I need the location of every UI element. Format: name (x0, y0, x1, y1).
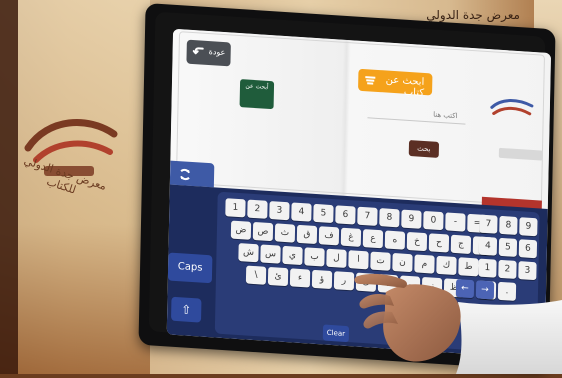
key[interactable]: 0 (423, 210, 444, 231)
result-thumbnail-label: أبحث عن (245, 82, 269, 91)
key[interactable]: ض (230, 220, 252, 240)
key[interactable]: غ (340, 227, 362, 247)
key[interactable]: خ (406, 231, 428, 252)
key[interactable]: ص (252, 221, 274, 242)
key[interactable]: 8 (379, 208, 400, 228)
user-hand (332, 262, 562, 374)
key[interactable]: 9 (401, 209, 422, 229)
key[interactable]: ب (304, 247, 325, 267)
key[interactable]: 4 (291, 202, 312, 222)
key[interactable]: ي (282, 245, 303, 266)
sync-icon (178, 166, 192, 181)
key[interactable]: ث (274, 223, 296, 243)
key[interactable]: ج (450, 234, 472, 255)
key[interactable]: ع (362, 229, 384, 249)
key[interactable]: 3 (269, 201, 290, 221)
search-book-tab-label: ابحث عن كتاب (385, 74, 425, 99)
key[interactable]: 6 (335, 205, 356, 225)
back-button-label: عودة (208, 47, 226, 58)
key[interactable]: ؤ (311, 269, 333, 290)
numpad-key[interactable]: 7 (479, 214, 498, 234)
result-thumbnail[interactable]: أبحث عن (239, 79, 275, 110)
key[interactable]: ش (238, 243, 259, 263)
key[interactable]: \ (245, 265, 267, 285)
numpad-key[interactable]: 5 (498, 237, 518, 257)
numpad-key[interactable]: 9 (519, 217, 538, 237)
key[interactable]: ه (384, 230, 406, 250)
key[interactable]: 7 (357, 206, 378, 226)
key[interactable]: ف (318, 226, 340, 246)
key[interactable]: 1 (225, 198, 246, 218)
key[interactable]: ق (296, 224, 318, 245)
search-book-tab[interactable]: ابحث عن كتاب (358, 68, 433, 99)
back-arrow-icon (192, 44, 208, 61)
key[interactable]: 5 (313, 203, 334, 224)
key[interactable]: ح (428, 233, 450, 253)
key[interactable]: ئ (267, 266, 289, 287)
key[interactable]: س (260, 244, 281, 264)
shift-key[interactable]: ⇧ (171, 296, 202, 323)
numpad-key[interactable]: 4 (478, 236, 498, 256)
search-button[interactable]: بحث (408, 139, 440, 158)
caps-lock-key[interactable]: Caps (167, 252, 213, 284)
numpad-key[interactable]: 8 (499, 215, 518, 236)
key[interactable]: ء (289, 268, 311, 288)
key[interactable]: - (445, 212, 466, 232)
key[interactable]: 2 (247, 199, 268, 219)
left-pillar-edge (0, 0, 18, 374)
numpad-key[interactable]: 6 (518, 239, 538, 259)
mini-fair-logo (488, 93, 537, 124)
layout-toggle-button[interactable] (169, 160, 215, 188)
back-button[interactable]: عودة (186, 39, 231, 67)
